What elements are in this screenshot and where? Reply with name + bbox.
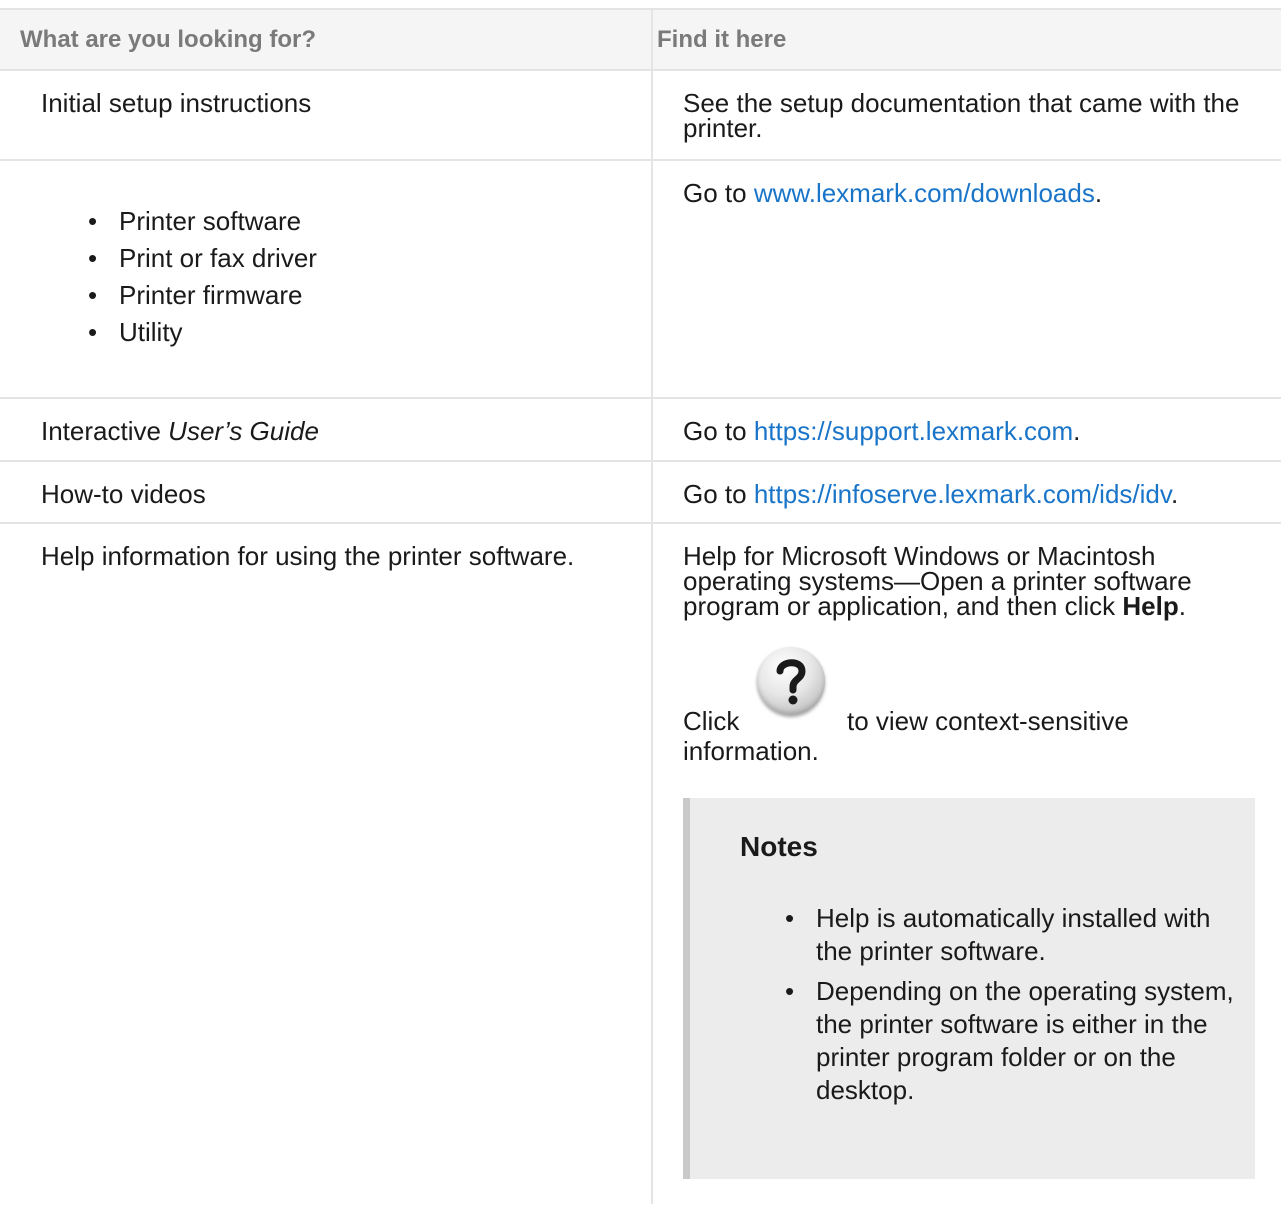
help-question-icon [757,647,825,715]
column-header-find-it-here: Find it here [651,8,1281,71]
column-header-looking-for: What are you looking for? [0,8,652,71]
go-to-text: Go to [683,479,754,509]
list-item: Depending on the operating system, the p… [778,975,1235,1107]
list-item: Print or fax driver [81,240,627,277]
help-bold-word: Help [1122,591,1179,621]
period-text: . [1178,591,1186,621]
help-description-text: Help for Microsoft Windows or Macintosh … [683,541,1192,621]
looking-for-cell: Interactive User’s Guide [0,398,652,462]
support-link[interactable]: https://support.lexmark.com [754,416,1073,446]
list-item: Help is automatically installed with the… [778,902,1235,968]
find-here-cell: See the setup documentation that came wi… [651,70,1281,161]
table-row: Help information for using the printer s… [0,523,1281,1204]
period-text: . [1073,416,1081,446]
find-here-cell: Help for Microsoft Windows or Macintosh … [651,523,1281,1204]
click-help-line: Click to view context-sensitive [683,647,1271,734]
notes-title: Notes [740,831,818,862]
info-table-container: What are you looking for? Find it here I… [0,8,1281,1204]
table-row: Printer software Print or fax driver Pri… [0,160,1281,399]
looking-for-cell: How-to videos [0,461,652,524]
interactive-text: Interactive [41,416,169,446]
table-row: Initial setup instructions See the setup… [0,70,1281,161]
videos-link[interactable]: https://infoserve.lexmark.com/ids/idv [754,479,1171,509]
go-to-text: Go to [683,178,754,208]
find-here-cell: Go to https://support.lexmark.com. [651,398,1281,462]
click-wrap-text: information. [683,736,819,766]
period-text: . [1170,479,1179,509]
find-here-cell: Go to www.lexmark.com/downloads. [651,160,1281,399]
looking-for-cell: Help information for using the printer s… [41,541,575,571]
period-text: . [1094,178,1103,208]
notes-box: Notes Help is automatically installed wi… [683,798,1255,1179]
click-word: Click [683,706,740,736]
looking-for-cell: Printer software Print or fax driver Pri… [0,160,652,399]
table-header-row: What are you looking for? Find it here [0,8,1281,71]
find-here-cell: Go to https://infoserve.lexmark.com/ids/… [651,461,1281,524]
table-row: Interactive User’s Guide Go to https://s… [0,398,1281,462]
table-row: How-to videos Go to https://infoserve.le… [0,461,1281,524]
downloads-link[interactable]: www.lexmark.com/downloads [754,178,1095,208]
list-item: Utility [81,314,627,351]
list-item: Printer firmware [81,277,627,314]
software-list: Printer software Print or fax driver Pri… [41,203,627,351]
list-item: Printer software [81,203,627,240]
notes-list: Help is automatically installed with the… [740,902,1235,1107]
go-to-text: Go to [683,416,754,446]
click-rest-text: to view context-sensitive [847,706,1129,736]
info-table: What are you looking for? Find it here I… [0,8,1281,1204]
users-guide-title: User’s Guide [168,416,319,446]
help-description: Help for Microsoft Windows or Macintosh … [683,541,1271,621]
looking-for-cell: Initial setup instructions [0,70,652,161]
